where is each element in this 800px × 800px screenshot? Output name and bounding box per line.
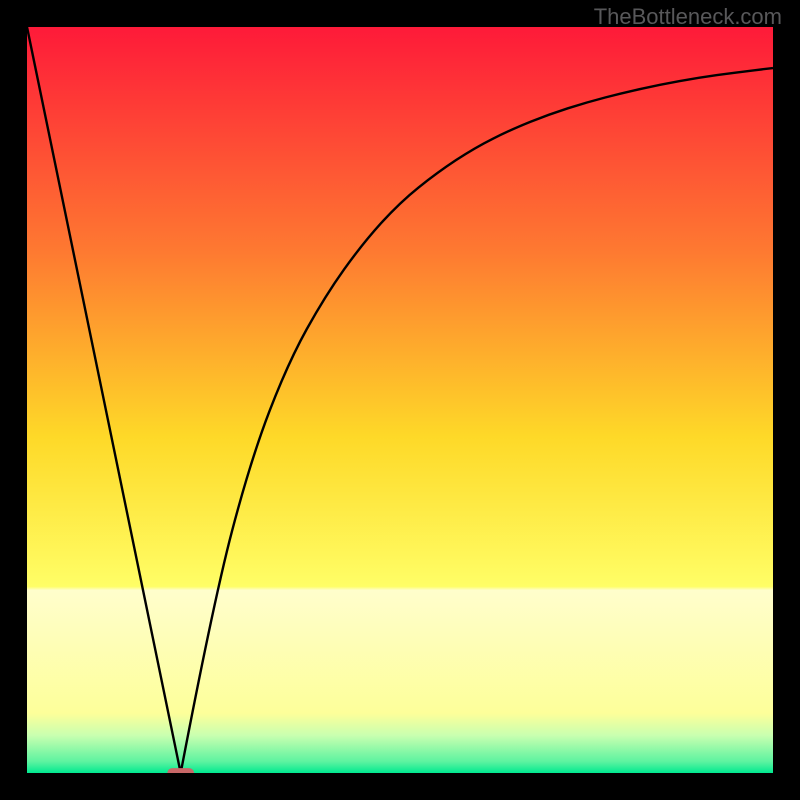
plot-svg [27, 27, 773, 773]
plot-area [27, 27, 773, 773]
chart-frame: TheBottleneck.com [0, 0, 800, 800]
minimum-marker [167, 768, 194, 773]
gradient-background [27, 27, 773, 773]
